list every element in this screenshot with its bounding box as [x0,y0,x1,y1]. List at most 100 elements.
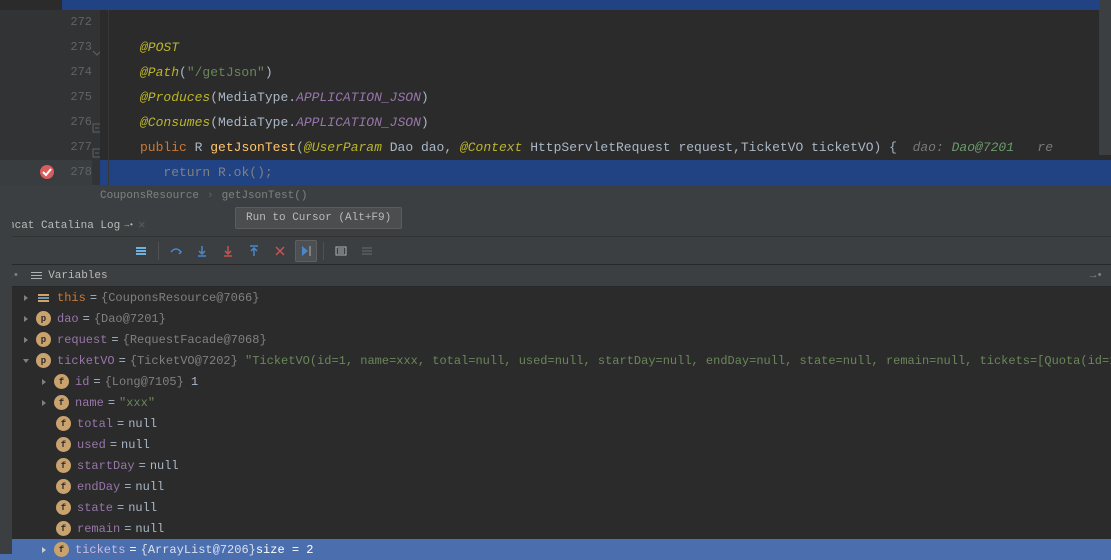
collapse-arrow-icon[interactable] [20,355,32,367]
expand-arrow-icon[interactable] [38,376,50,388]
var-used[interactable]: f used = null [0,434,1111,455]
type: R [218,165,226,180]
evaluate-expression-icon[interactable] [330,240,352,262]
class-ref: MediaType [218,90,288,105]
var-ref: {ArrayList@7206} [141,543,256,557]
breakpoint-active-icon[interactable] [38,163,56,181]
keyword: return [163,165,210,180]
debug-tab-row: ncat Catalina Log →• × [0,207,1111,237]
var-name: name [75,396,104,410]
line-number: 278 [70,160,92,185]
var-tickets[interactable]: f tickets = {ArrayList@7206} size = 2 [0,539,1111,560]
variables-title: Variables [48,270,107,282]
var-value: null [150,459,179,473]
var-name: total [77,417,113,431]
var-total[interactable]: f total = null [0,413,1111,434]
breadcrumb-item[interactable]: getJsonTest() [222,190,308,202]
var-name: remain [77,522,120,536]
field-badge-icon: f [56,437,71,452]
panel-menu-icon[interactable]: →• [1090,270,1103,282]
step-into-icon[interactable] [191,240,213,262]
var-request[interactable]: p request = {RequestFacade@7068} [0,329,1111,350]
var-name: id [75,375,89,389]
this-badge-icon [36,290,51,305]
annotation: @Context [460,140,522,155]
keyword: public [140,140,187,155]
chevron-right-icon: › [207,190,214,202]
tab-label: ncat Catalina Log [8,220,120,232]
step-out-icon[interactable] [243,240,265,262]
type: TicketVO [741,140,803,155]
var-value: null [128,501,157,515]
var-id[interactable]: f id = {Long@7105} 1 [0,371,1111,392]
var-value: null [135,480,164,494]
param: request [678,140,733,155]
var-value: 1 [191,375,198,389]
param-badge-icon: p [36,311,51,326]
var-name: this [57,291,86,305]
var-ticketvo[interactable]: p ticketVO = {TicketVO@7202} "TicketVO(i… [0,350,1111,371]
var-name-field[interactable]: f name = "xxx" [0,392,1111,413]
var-state[interactable]: f state = null [0,497,1111,518]
var-startday[interactable]: f startDay = null [0,455,1111,476]
var-dao[interactable]: p dao = {Dao@7201} [0,308,1111,329]
var-this[interactable]: this = {CouponsResource@7066} [0,287,1111,308]
var-size: size = 2 [256,543,314,557]
var-name: dao [57,312,79,326]
tooltip: Run to Cursor (Alt+F9) [235,207,402,229]
var-name: state [77,501,113,515]
expand-arrow-icon[interactable] [20,334,32,346]
line-number: 276 [70,110,92,135]
tab-catalina-log[interactable]: ncat Catalina Log →• × [0,215,154,236]
expand-arrow-icon[interactable] [20,313,32,325]
var-value: "xxx" [119,396,155,410]
param: ticketVO [811,140,873,155]
inlay-hint: dao: [913,140,944,155]
var-value: {CouponsResource@7066} [101,291,259,305]
type: HttpServletRequest [530,140,670,155]
var-value: {RequestFacade@7068} [123,333,267,347]
field-badge-icon: f [56,416,71,431]
line-number: 275 [70,85,92,110]
show-execution-point-icon[interactable] [130,240,152,262]
field-badge-icon: f [54,542,69,557]
editor-right-gutter [1099,0,1111,155]
var-string: "TicketVO(id=1, name=xxx, total=null, us… [245,354,1111,368]
variables-tree[interactable]: this = {CouponsResource@7066} p dao = {D… [0,287,1111,560]
variables-panel-header: →• Variables →• [0,265,1111,287]
step-over-icon[interactable] [165,240,187,262]
expand-arrow-icon[interactable] [38,397,50,409]
var-ref: {TicketVO@7202} [130,354,238,368]
var-remain[interactable]: f remain = null [0,518,1111,539]
hamburger-icon[interactable] [31,272,42,279]
inlay-hint: re [1037,140,1053,155]
field-badge-icon: f [56,521,71,536]
trace-icon[interactable] [356,240,378,262]
var-endday[interactable]: f endDay = null [0,476,1111,497]
field-badge-icon: f [56,479,71,494]
var-ref: {Long@7105} [105,375,184,389]
expand-arrow-icon[interactable] [20,292,32,304]
close-icon[interactable]: × [138,218,146,233]
left-tool-strip[interactable] [0,204,12,554]
var-value: null [121,438,150,452]
param: dao [421,140,444,155]
annotation: @Path [140,65,179,80]
method-ref: ok [234,165,250,180]
line-number: 273 [70,35,92,60]
var-value: null [128,417,157,431]
drop-frame-icon[interactable] [269,240,291,262]
line-number: 277 [70,135,92,160]
class-ref: MediaType [218,115,288,130]
constant: APPLICATION_JSON [296,115,421,130]
force-step-into-icon[interactable] [217,240,239,262]
breadcrumb-item[interactable]: CouponsResource [100,190,199,202]
type: Dao [390,140,413,155]
run-to-cursor-icon[interactable] [295,240,317,262]
field-badge-icon: f [56,458,71,473]
annotation: @Produces [140,90,210,105]
field-badge-icon: f [54,374,69,389]
code-editor[interactable]: @POST @Path("/getJson") @Produces(MediaT… [100,10,1111,185]
field-badge-icon: f [54,395,69,410]
debug-toolbar [0,237,1111,265]
